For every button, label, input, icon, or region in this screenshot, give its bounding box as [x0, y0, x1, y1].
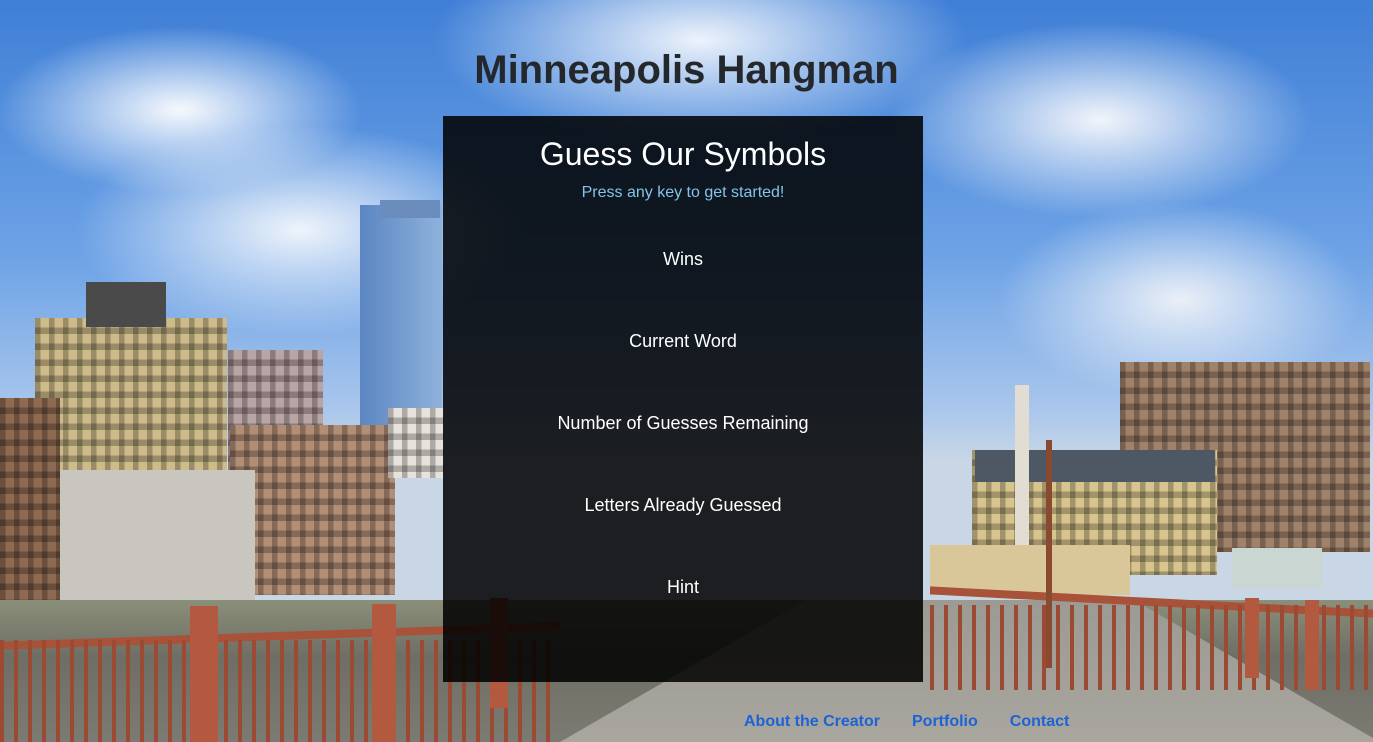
letters-guessed-label: Letters Already Guessed [584, 495, 782, 515]
page: Minneapolis Hangman Guess Our Symbols Pr… [0, 0, 1373, 742]
background-building [1015, 385, 1029, 555]
game-heading: Guess Our Symbols [539, 136, 827, 172]
background-building [60, 470, 255, 605]
page-title: Minneapolis Hangman [474, 48, 899, 92]
contact-link[interactable]: Contact [1010, 713, 1070, 731]
background-building [0, 398, 60, 603]
hint-label: Hint [666, 577, 699, 597]
background-building [1232, 548, 1322, 588]
railing-post [1305, 600, 1319, 690]
railing-post [372, 604, 396, 742]
current-word-label: Current Word [629, 331, 737, 351]
railing-post [190, 606, 218, 742]
guesses-remaining-label: Number of Guesses Remaining [557, 413, 809, 433]
start-instruction: Press any key to get started! [581, 184, 785, 201]
background-building [380, 200, 440, 218]
background-building [86, 282, 166, 327]
background-building [975, 450, 1215, 482]
wins-label: Wins [663, 249, 703, 269]
lamp-post [1046, 440, 1052, 668]
footer-nav: About the Creator Portfolio Contact [744, 713, 1069, 731]
background-building [388, 408, 444, 478]
about-creator-link[interactable]: About the Creator [744, 713, 880, 731]
railing-post [1245, 598, 1259, 678]
game-panel: Guess Our Symbols Press any key to get s… [443, 116, 923, 682]
portfolio-link[interactable]: Portfolio [912, 713, 978, 731]
